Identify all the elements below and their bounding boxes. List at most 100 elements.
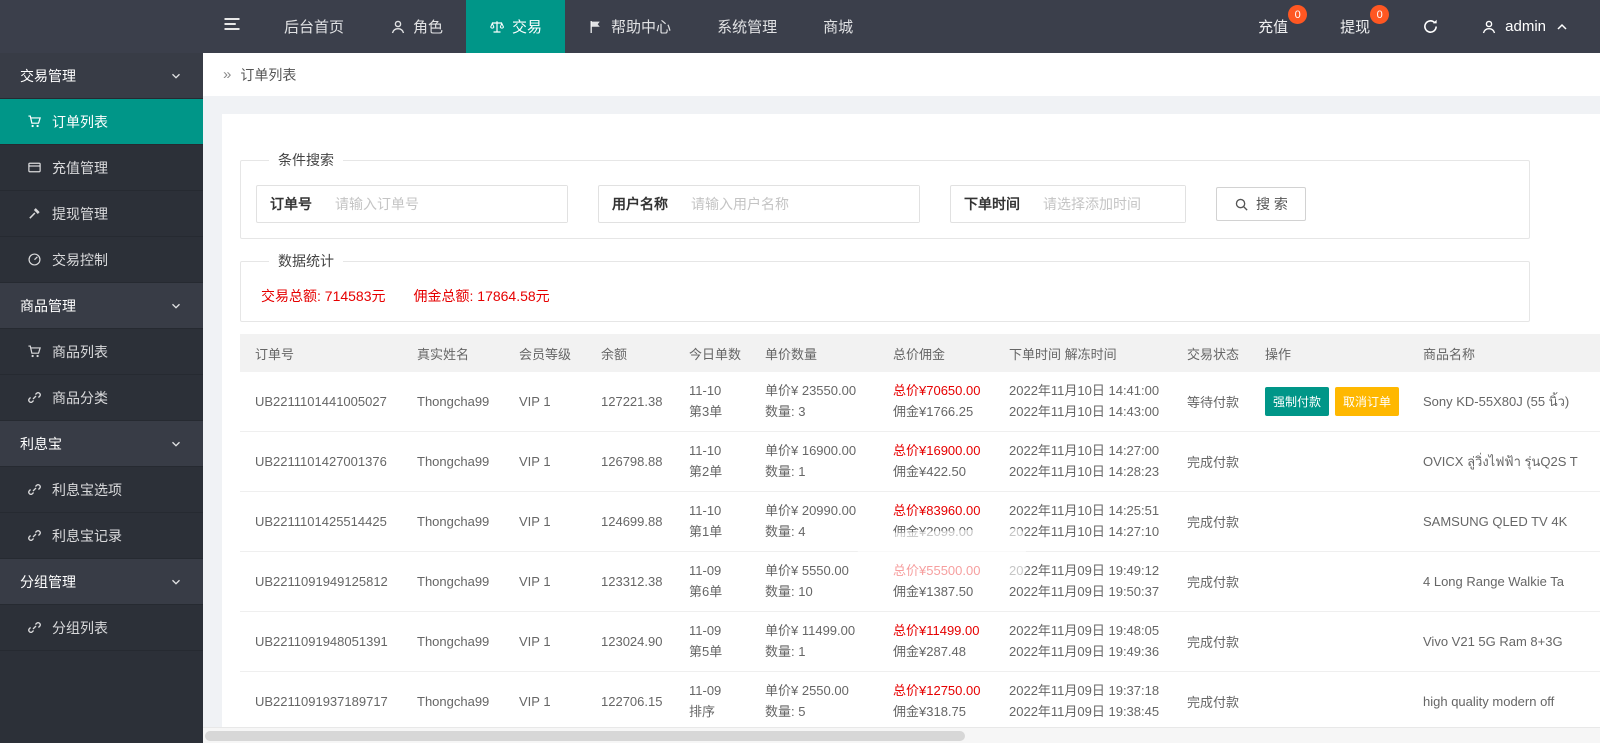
action-button-force-pay[interactable]: 强制付款 <box>1265 387 1330 416</box>
flag-icon <box>590 20 600 33</box>
sidebar-item-label: 订单列表 <box>52 113 108 130</box>
column-header-1: 真实姓名 <box>417 346 470 362</box>
cell-status: 完成付款 <box>1187 695 1240 710</box>
cell-order-no: UB2211091949125812 <box>255 574 388 589</box>
chevron-down-icon <box>172 579 180 585</box>
cell-unit-qty: 单价¥ 23550.00 数量: 3 <box>765 383 857 419</box>
cell-status: 完成付款 <box>1187 575 1240 590</box>
gauge-icon <box>28 253 41 266</box>
sidebar-item-7[interactable]: 商品分类 <box>0 375 203 421</box>
sidebar-item-3[interactable]: 提现管理 <box>0 191 203 237</box>
table-row: UB2211101441005027 Thongcha99 VIP 1 127221.… <box>240 372 1600 432</box>
sidebar-item-label: 交易控制 <box>52 251 108 268</box>
table-row: UB2211091937189717 Thongcha99 VIP 1 122706.… <box>240 672 1600 732</box>
cell-product: 4 Long Range Walkie Ta <box>1423 574 1564 589</box>
horizontal-scrollbar-thumb[interactable] <box>205 731 965 741</box>
sidebar-item-1[interactable]: 订单列表 <box>0 99 203 145</box>
nav-item-0[interactable]: 后台首页 <box>261 0 367 53</box>
user-name: admin <box>1505 18 1546 35</box>
cell-balance: 123312.38 <box>601 574 663 589</box>
nav-item-label: 交易 <box>512 19 543 36</box>
sidebar-item-4[interactable]: 交易控制 <box>0 237 203 283</box>
cell-today-orders: 11-10 第3单 <box>689 383 723 419</box>
refresh-button[interactable] <box>1396 0 1465 53</box>
horizontal-scrollbar <box>203 727 1600 743</box>
search-button-label: 搜 索 <box>1256 196 1288 212</box>
menu-toggle-button[interactable] <box>203 0 261 53</box>
nav-item-label: 帮助中心 <box>611 19 672 36</box>
cell-level: VIP 1 <box>519 394 551 409</box>
person-icon <box>1482 20 1496 33</box>
cell-level: VIP 1 <box>519 454 551 469</box>
search-field-group-2: 下单时间 <box>950 185 1186 223</box>
notification-badge: 0 <box>1370 5 1390 24</box>
person-icon <box>391 20 405 33</box>
sidebar-item-label: 利息宝记录 <box>52 527 122 544</box>
cell-today-orders: 11-10 第1单 <box>689 503 723 539</box>
cell-times: 2022年11月09日 19:48:05 2022年11月09日 19:49:36 <box>1009 623 1160 659</box>
cell-order-no: UB2211101425514425 <box>255 514 387 529</box>
cell-total-commission: 总价¥11499.00 佣金¥287.48 <box>893 623 980 659</box>
nav-item-1[interactable]: 角色 <box>367 0 466 53</box>
sidebar-group-label: 商品管理 <box>20 297 76 314</box>
main-content: » 订单列表 条件搜索 订单号 用户名称 下单时间 搜 索 数据统计 交易总额: 71… <box>203 53 1600 743</box>
column-header-10: 商品名称 <box>1423 346 1476 362</box>
sidebar-item-10[interactable]: 利息宝记录 <box>0 513 203 559</box>
search-field-input-0[interactable] <box>325 186 567 222</box>
sidebar-item-12[interactable]: 分组列表 <box>0 605 203 651</box>
chevron-down-icon <box>172 303 180 309</box>
cell-real-name: Thongcha99 <box>417 694 490 709</box>
search-field-input-2[interactable] <box>1033 186 1185 222</box>
cell-real-name: Thongcha99 <box>417 394 490 409</box>
menu-icon <box>222 14 242 39</box>
search-field-input-1[interactable] <box>681 186 919 222</box>
sidebar-item-label: 分组列表 <box>52 619 108 636</box>
cell-product: SAMSUNG QLED TV 4K <box>1423 514 1568 529</box>
column-header-8: 交易状态 <box>1187 346 1240 362</box>
sidebar-group-8[interactable]: 利息宝 <box>0 421 203 467</box>
table-row: UB2211101427001376 Thongcha99 VIP 1 126798.… <box>240 432 1600 492</box>
sidebar-item-9[interactable]: 利息宝选项 <box>0 467 203 513</box>
search-field-label: 用户名称 <box>612 196 668 212</box>
cell-balance: 124699.88 <box>601 514 663 529</box>
nav-item-5[interactable]: 商城 <box>800 0 876 53</box>
topbar-action-1[interactable]: 提现 0 <box>1314 0 1396 53</box>
user-menu[interactable]: admin <box>1465 0 1586 53</box>
cell-total-commission: 总价¥70650.00 佣金¥1766.25 <box>893 383 981 419</box>
search-icon <box>1235 198 1248 211</box>
topbar-action-0[interactable]: 充值 0 <box>1232 0 1314 53</box>
sidebar-item-6[interactable]: 商品列表 <box>0 329 203 375</box>
stats-line: 交易总额: 714583元 佣金总额: 17864.58元 <box>256 286 1514 306</box>
nav-item-4[interactable]: 系统管理 <box>694 0 800 53</box>
notification-badge: 0 <box>1288 5 1308 24</box>
sidebar-item-label: 充值管理 <box>52 159 108 176</box>
sidebar-group-5[interactable]: 商品管理 <box>0 283 203 329</box>
search-field-label: 下单时间 <box>964 196 1020 212</box>
cell-total-commission: 总价¥16900.00 佣金¥422.50 <box>893 443 981 479</box>
nav-item-3[interactable]: 帮助中心 <box>565 0 694 53</box>
topbar-logo-area <box>0 0 203 53</box>
table-header: 订单号 真实姓名 会员等级 余额 今日单数 单价数量 总价佣金 下单时间 解冻时间 交易状态 操作… <box>240 334 1600 372</box>
column-header-9: 操作 <box>1265 346 1292 362</box>
cell-unit-qty: 单价¥ 16900.00 数量: 1 <box>765 443 857 479</box>
nav-item-2[interactable]: 交易 <box>466 0 566 53</box>
recharge-card-icon <box>28 162 41 173</box>
search-button[interactable]: 搜 索 <box>1216 187 1306 221</box>
cell-real-name: Thongcha99 <box>417 514 490 529</box>
sidebar-group-label: 利息宝 <box>20 435 62 452</box>
cell-order-no: UB2211101427001376 <box>255 454 387 469</box>
search-field-group-1: 用户名称 <box>598 185 920 223</box>
cell-order-no: UB2211091937189717 <box>255 694 388 709</box>
sidebar-group-11[interactable]: 分组管理 <box>0 559 203 605</box>
sidebar-item-2[interactable]: 充值管理 <box>0 145 203 191</box>
cell-times: 2022年11月09日 19:37:18 2022年11月09日 19:38:45 <box>1009 683 1160 719</box>
cell-balance: 127221.38 <box>601 394 663 409</box>
cell-product: OVICX ลู่วิ่งไฟฟ้า รุ่นQ2S T <box>1423 454 1578 469</box>
topbar-action-label: 充值 <box>1258 19 1289 36</box>
action-button-cancel-order[interactable]: 取消订单 <box>1335 387 1400 416</box>
sidebar-group-0[interactable]: 交易管理 <box>0 53 203 99</box>
link-icon <box>28 622 41 633</box>
cell-status: 等待付款 <box>1187 395 1240 410</box>
link-icon <box>28 392 41 403</box>
cell-order-no: UB2211091948051391 <box>255 634 388 649</box>
